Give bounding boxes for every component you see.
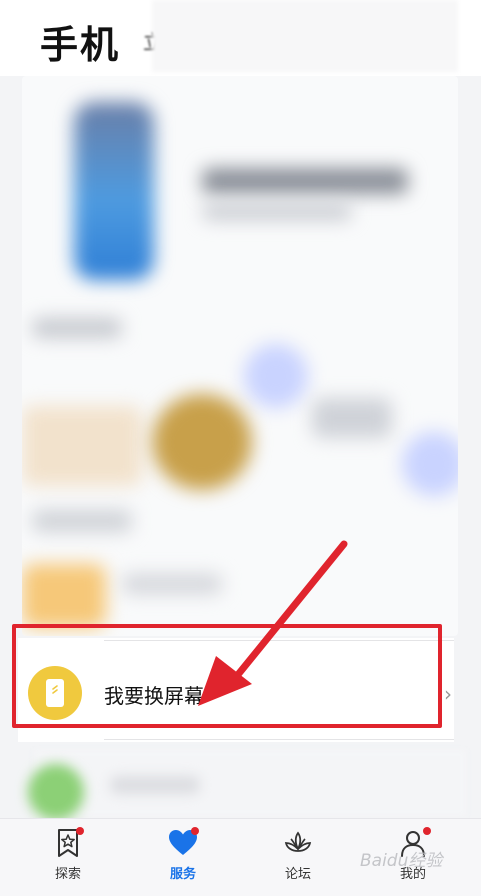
- blurred-icon: [28, 764, 84, 820]
- tab-label: 服务: [169, 867, 196, 882]
- blurred-icon: [22, 564, 106, 628]
- tab-label: 论坛: [284, 867, 311, 882]
- tab-forum[interactable]: 论坛: [258, 827, 338, 891]
- tab-label: 探索: [54, 867, 81, 882]
- blurred-card: [34, 750, 466, 816]
- blurred-icon: [402, 432, 458, 496]
- bookmark-star-icon: [52, 827, 84, 859]
- blurred-text: [202, 204, 352, 220]
- tab-explore[interactable]: 探索: [28, 827, 108, 891]
- header: 手机 立: [0, 0, 481, 76]
- blurred-text: [312, 398, 392, 438]
- phone-image-blurred: [74, 102, 154, 280]
- blurred-list-item: [0, 746, 481, 820]
- chevron-right-icon: ›: [444, 682, 452, 706]
- divider: [104, 739, 454, 740]
- heart-icon: [167, 827, 199, 859]
- blurred-icon: [244, 344, 308, 408]
- annotation-arrow-icon: [198, 540, 348, 706]
- notification-badge: [191, 827, 199, 835]
- tab-service[interactable]: 服务: [143, 827, 223, 891]
- blurred-section-label: [32, 318, 122, 338]
- page-title: 手机: [40, 23, 121, 67]
- notification-badge: [423, 827, 431, 835]
- notification-badge: [76, 827, 84, 835]
- blurred-card: [22, 406, 142, 486]
- lotus-icon: [282, 827, 314, 859]
- blurred-text: [110, 776, 200, 794]
- watermark: Baidu经验: [360, 851, 443, 871]
- header-blurred-area: [152, 0, 458, 72]
- blurred-section-label: [32, 510, 132, 532]
- blurred-text: [202, 168, 408, 194]
- blurred-icon: [152, 394, 252, 490]
